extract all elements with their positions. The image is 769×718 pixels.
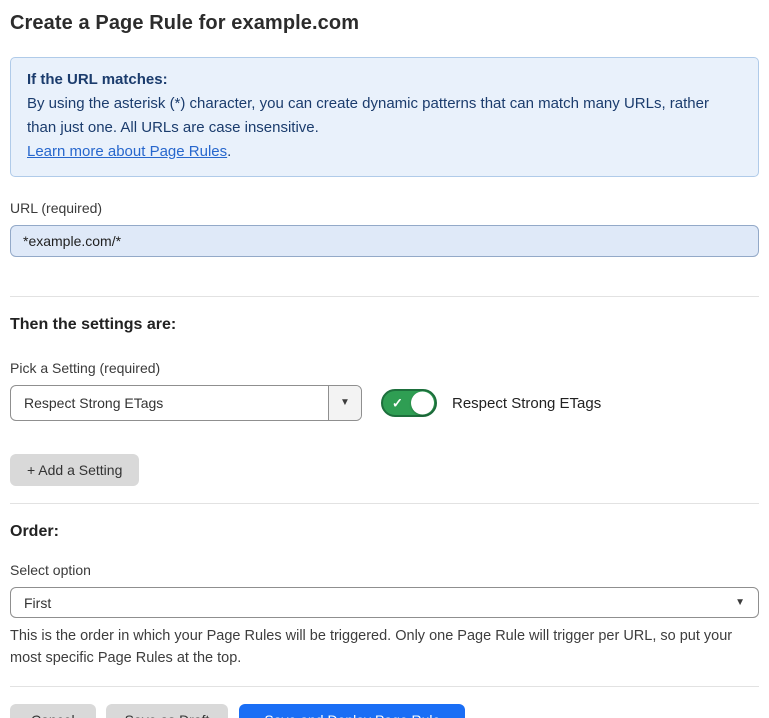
setting-dropdown-arrow-button[interactable]: ▼: [328, 386, 361, 420]
pick-setting-label: Pick a Setting (required): [10, 360, 759, 376]
url-field-label: URL (required): [10, 200, 759, 216]
order-help-text: This is the order in which your Page Rul…: [10, 625, 759, 669]
url-match-info-box: If the URL matches: By using the asteris…: [10, 57, 759, 177]
info-box-heading: If the URL matches:: [27, 68, 742, 92]
section-divider: [10, 503, 759, 504]
chevron-down-icon: ▼: [340, 398, 350, 408]
url-input[interactable]: [10, 225, 759, 257]
setting-dropdown[interactable]: Respect Strong ETags ▼: [10, 385, 362, 421]
link-suffix: .: [227, 143, 231, 160]
cancel-button[interactable]: Cancel: [10, 704, 96, 718]
etags-toggle[interactable]: ✓: [381, 389, 437, 417]
page-title: Create a Page Rule for example.com: [10, 12, 759, 35]
toggle-label: Respect Strong ETags: [452, 395, 601, 412]
order-section-heading: Order:: [10, 523, 759, 541]
footer-divider: [10, 686, 759, 687]
save-and-deploy-button[interactable]: Save and Deploy Page Rule: [239, 704, 465, 718]
check-icon: ✓: [392, 397, 403, 410]
info-box-body: By using the asterisk (*) character, you…: [27, 92, 742, 164]
learn-more-link[interactable]: Learn more about Page Rules: [27, 143, 227, 160]
toggle-knob: [411, 392, 434, 415]
setting-row: Respect Strong ETags ▼ ✓ Respect Strong …: [10, 385, 759, 421]
info-box-body-text: By using the asterisk (*) character, you…: [27, 95, 709, 136]
add-setting-button[interactable]: + Add a Setting: [10, 454, 139, 486]
order-select-value: First: [24, 595, 51, 611]
settings-section-heading: Then the settings are:: [10, 316, 759, 334]
order-select-label: Select option: [10, 562, 759, 578]
setting-dropdown-value: Respect Strong ETags: [11, 386, 328, 420]
footer-actions: Cancel Save as Draft Save and Deploy Pag…: [10, 704, 759, 718]
section-divider: [10, 296, 759, 297]
chevron-down-icon: ▼: [735, 598, 745, 608]
order-select[interactable]: First ▼: [10, 587, 759, 618]
save-as-draft-button[interactable]: Save as Draft: [106, 704, 229, 718]
create-page-rule-panel: Create a Page Rule for example.com If th…: [0, 0, 769, 718]
